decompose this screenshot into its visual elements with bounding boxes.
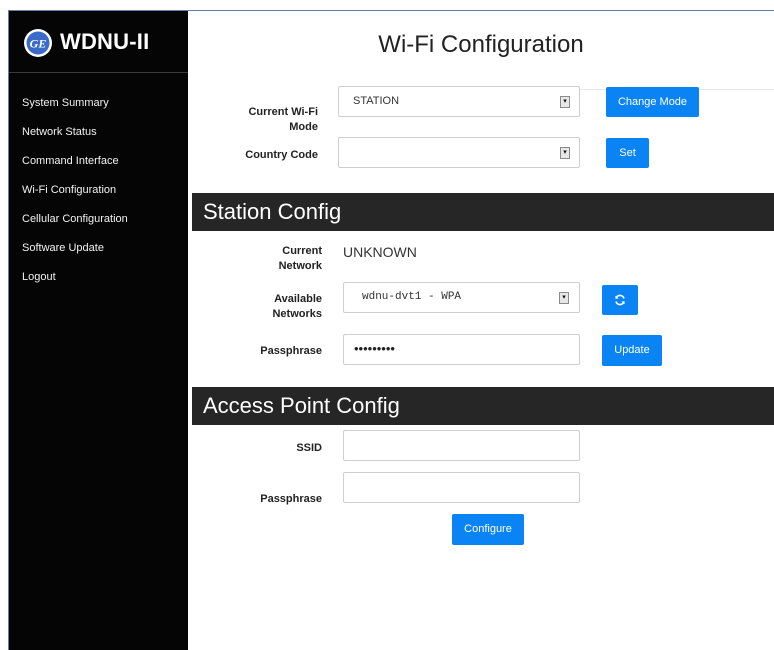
update-button[interactable]: Update (602, 335, 662, 366)
refresh-networks-button[interactable] (602, 285, 638, 315)
page-title: Wi-Fi Configuration (378, 31, 584, 58)
current-network-label: Current Network (242, 244, 322, 274)
brand-title: WDNU-II (60, 29, 150, 54)
station-passphrase-value: ••••••••• (354, 341, 395, 356)
available-networks-label-line1: Available (274, 293, 322, 305)
chevron-down-icon: ▾ (559, 292, 569, 304)
wifi-mode-select[interactable]: STATION ▾ (338, 86, 580, 117)
sidebar-item-wifi-configuration[interactable]: Wi-Fi Configuration (9, 184, 188, 213)
wifi-mode-label: Current Wi-Fi Mode (228, 105, 318, 135)
svg-text:GE: GE (30, 37, 47, 51)
available-networks-label-line2: Networks (272, 308, 322, 320)
sidebar-item-system-summary[interactable]: System Summary (9, 97, 188, 126)
configure-button[interactable]: Configure (452, 514, 524, 545)
sidebar-item-logout[interactable]: Logout (9, 271, 188, 300)
sidebar-item-software-update[interactable]: Software Update (9, 242, 188, 271)
wifi-mode-value: STATION (353, 95, 400, 107)
sidebar-item-cellular-configuration[interactable]: Cellular Configuration (9, 213, 188, 242)
station-passphrase-label: Passphrase (260, 345, 322, 357)
sidebar-nav: System Summary Network Status Command In… (9, 97, 188, 300)
current-network-label-line2: Network (278, 260, 322, 272)
wifi-mode-label-line2: Mode (289, 121, 318, 133)
chevron-down-icon: ▾ (560, 96, 570, 108)
sidebar-item-network-status[interactable]: Network Status (9, 126, 188, 155)
brand-header: GE WDNU-II (9, 11, 188, 73)
set-country-button[interactable]: Set (606, 138, 649, 168)
available-networks-select[interactable]: wdnu-dvt1 - WPA ▾ (343, 282, 580, 313)
ssid-label: SSID (296, 442, 322, 454)
ap-passphrase-input[interactable] (343, 472, 580, 503)
sidebar-item-command-interface[interactable]: Command Interface (9, 155, 188, 184)
available-networks-value: wdnu-dvt1 - WPA (362, 291, 462, 303)
main-content: Wi-Fi Configuration Current Wi-Fi Mode S… (188, 11, 774, 650)
refresh-icon (615, 294, 625, 306)
current-network-value: UNKNOWN (343, 244, 417, 260)
access-point-config-header: Access Point Config (192, 387, 774, 425)
station-passphrase-input[interactable]: ••••••••• (343, 334, 580, 365)
chevron-down-icon: ▾ (560, 147, 570, 159)
station-config-header: Station Config (192, 193, 774, 231)
country-code-label: Country Code (245, 149, 318, 161)
ssid-input[interactable] (343, 430, 580, 461)
change-mode-button[interactable]: Change Mode (606, 87, 699, 117)
available-networks-label: Available Networks (242, 292, 322, 322)
wifi-mode-label-line1: Current Wi-Fi (248, 106, 318, 118)
current-network-label-line1: Current (282, 245, 322, 257)
country-code-select[interactable]: ▾ (338, 137, 580, 168)
ap-passphrase-label: Passphrase (260, 493, 322, 505)
sidebar: GE WDNU-II System Summary Network Status… (9, 11, 188, 650)
ge-logo-icon: GE (24, 29, 52, 57)
